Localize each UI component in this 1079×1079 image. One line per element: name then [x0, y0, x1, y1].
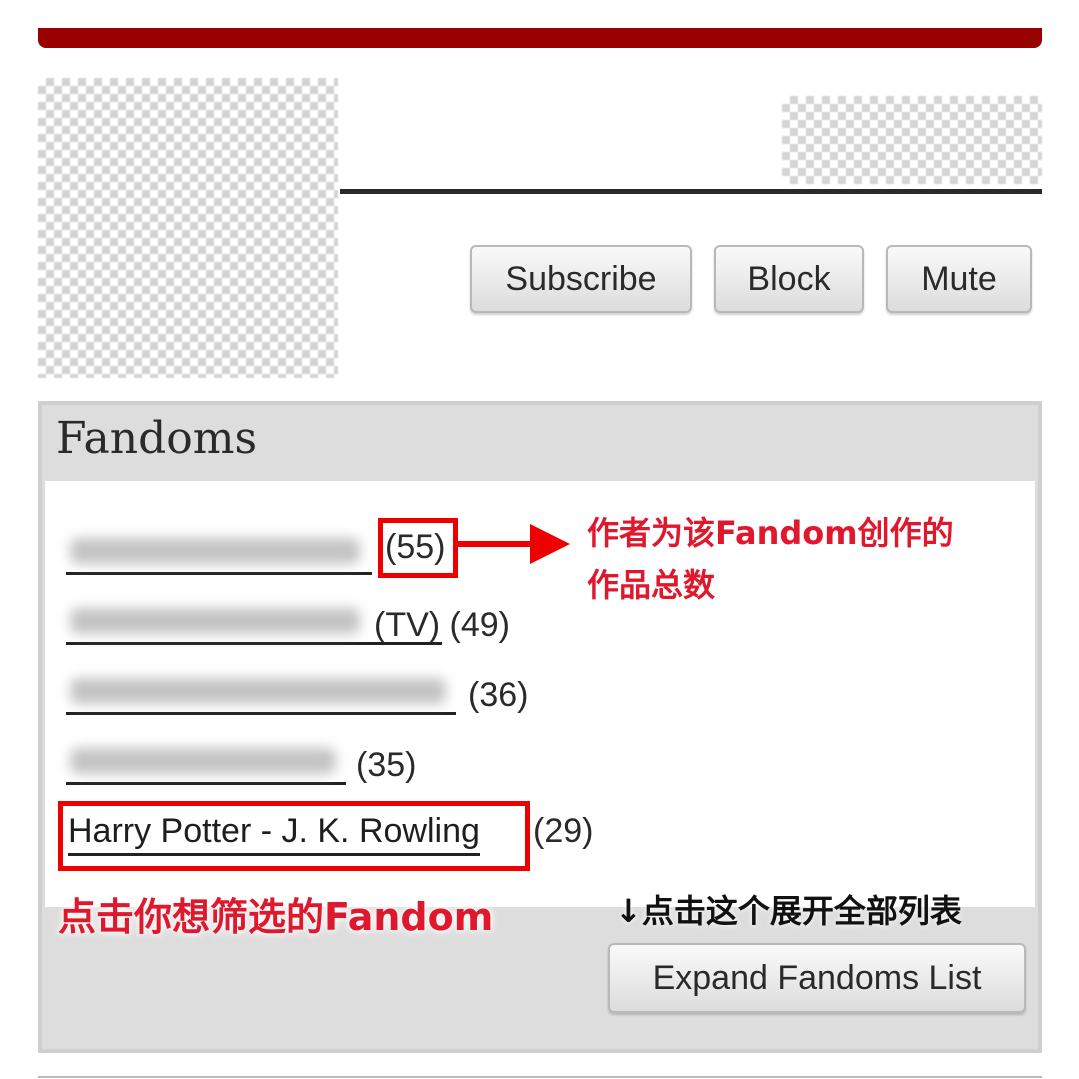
- fandom-count-2: (TV) (49): [374, 606, 510, 644]
- fandom-count-5: (29): [533, 812, 594, 850]
- fandom-item-1: [66, 528, 386, 576]
- blurred-fandom-name: [70, 748, 336, 774]
- fandom-link-1[interactable]: [66, 528, 372, 575]
- fandom-count-3: (36): [468, 676, 529, 714]
- annotation-arrow-line: [458, 541, 538, 547]
- blurred-fandom-name: [70, 678, 446, 704]
- section-divider: [38, 1076, 1042, 1078]
- fandoms-heading: Fandoms: [56, 413, 258, 464]
- block-button[interactable]: Block: [714, 245, 864, 313]
- arrow-right-icon: [530, 524, 570, 564]
- fandom-highlight-box: [58, 801, 530, 871]
- blurred-fandom-name: [70, 608, 360, 634]
- count-annotation-line2: 作品总数: [587, 566, 716, 604]
- count-highlight-box: [378, 518, 458, 578]
- fandom-link-4[interactable]: [66, 738, 346, 785]
- count-annotation-line1: 作者为该Fandom创作的: [587, 514, 954, 552]
- mute-button[interactable]: Mute: [886, 245, 1032, 313]
- fandom-item-2: (TV) (49): [66, 598, 546, 646]
- subscribe-button[interactable]: Subscribe: [470, 245, 692, 313]
- fandom-link-3[interactable]: [66, 668, 456, 715]
- blurred-fandom-name: [70, 538, 360, 564]
- fandom-item-3: (36): [66, 668, 546, 716]
- fandom-count-4: (35): [356, 746, 417, 784]
- click-fandom-annotation: 点击你想筛选的Fandom: [58, 895, 494, 939]
- profile-divider: [340, 189, 1042, 194]
- site-header-bar: [38, 28, 1042, 48]
- expand-annotation: ↓点击这个展开全部列表: [615, 892, 962, 930]
- expand-fandoms-button[interactable]: Expand Fandoms List: [608, 943, 1026, 1013]
- user-banner-image: [782, 96, 1042, 184]
- fandom-item-4: (35): [66, 738, 466, 786]
- user-avatar-image: [38, 78, 338, 378]
